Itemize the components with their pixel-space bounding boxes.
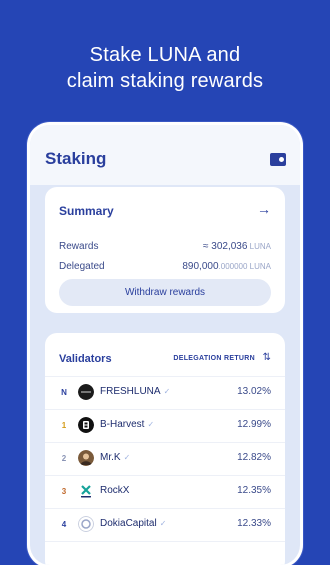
rewards-label: Rewards [59, 241, 99, 252]
rewards-value: ≈ 302,036 LUNA [203, 241, 271, 252]
verified-check-icon: ✓ [163, 387, 171, 396]
delegated-label: Delegated [59, 261, 105, 272]
verified-check-icon: ✓ [147, 420, 155, 429]
delegation-return: 12.35% [237, 485, 271, 496]
rockx-logo-icon [78, 483, 94, 499]
delegated-value: 890,000.000000 LUNA [182, 261, 271, 272]
withdraw-rewards-button[interactable]: Withdraw rewards [59, 279, 271, 306]
validator-name: FRESHLUNA [100, 386, 161, 397]
validator-name-container: DokiaCapital ✓ [100, 518, 166, 529]
b-harvest-logo-icon [78, 417, 94, 433]
validator-name: RockX [100, 485, 130, 496]
validator-rank: 4 [61, 520, 67, 529]
headline: Stake LUNA and claim staking rewards [0, 42, 330, 94]
rewards-unit: LUNA [247, 242, 271, 251]
delegated-amount: 890,000 [182, 261, 219, 272]
validator-rank: 2 [61, 454, 67, 463]
mr-k-avatar-icon [78, 450, 94, 466]
dokiacapital-logo-icon [78, 516, 94, 532]
headline-line-1: Stake LUNA and [89, 44, 241, 66]
summary-card: Summary → Rewards ≈ 302,036 LUNA Delegat… [45, 187, 285, 313]
verified-check-icon: ✓ [159, 519, 167, 528]
delegated-decimals: .000000 [218, 262, 248, 271]
validator-row[interactable]: N FRESHLUNA ✓ 13.02% [45, 377, 285, 410]
validator-name-container: FRESHLUNA ✓ [100, 386, 170, 397]
delegation-return: 12.82% [237, 452, 271, 463]
validator-name-container: RockX [100, 485, 129, 496]
freshluna-logo-icon [78, 384, 94, 400]
validator-rank: 3 [61, 487, 67, 496]
validators-card: Validators DELEGATION RETURN ⇅ N FRESHLU… [45, 333, 285, 565]
delegation-return: 12.33% [237, 518, 271, 529]
validator-row[interactable]: 2 Mr.K ✓ 12.82% [45, 443, 285, 476]
delegation-return: 13.02% [237, 386, 271, 397]
page-title: Staking [45, 149, 107, 168]
validator-name: B-Harvest [100, 419, 145, 430]
headline-line-2: claim staking rewards [66, 70, 264, 92]
validator-row[interactable]: 1 B-Harvest ✓ 12.99% [45, 410, 285, 443]
validator-row[interactable]: 3 RockX 12.35% [45, 476, 285, 509]
delegation-return: 12.99% [237, 419, 271, 430]
summary-title: Summary [59, 204, 114, 218]
validator-rank: 1 [61, 421, 67, 430]
validator-name-container: Mr.K ✓ [100, 452, 130, 463]
sort-icon[interactable]: ⇅ [263, 352, 271, 363]
wallet-icon[interactable] [270, 153, 286, 166]
rewards-amount: 302,036 [211, 241, 248, 252]
validator-rank: N [61, 388, 67, 397]
validators-title: Validators [59, 353, 112, 365]
validator-name: DokiaCapital [100, 518, 157, 529]
delegation-return-sort[interactable]: DELEGATION RETURN [173, 355, 255, 362]
validator-name: Mr.K [100, 452, 121, 463]
phone-frame: Staking Summary → Rewards ≈ 302,036 LUNA… [30, 125, 300, 565]
arrow-right-icon[interactable]: → [257, 201, 271, 217]
validator-row[interactable]: 4 DokiaCapital ✓ 12.33% [45, 509, 285, 542]
verified-check-icon: ✓ [123, 453, 131, 462]
delegated-unit: LUNA [247, 262, 271, 271]
top-bar: Staking [30, 125, 300, 185]
validator-name-container: B-Harvest ✓ [100, 419, 154, 430]
